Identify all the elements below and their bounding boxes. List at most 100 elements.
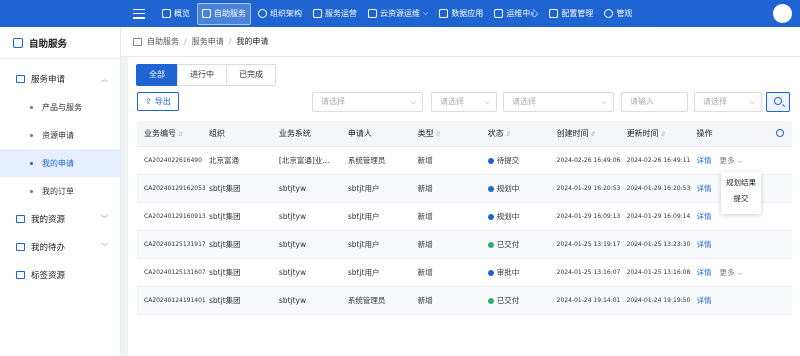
- detail-link[interactable]: 详情: [696, 240, 711, 249]
- sort-icon[interactable]: ⇵: [178, 131, 183, 138]
- chevron-down-icon: ⌵: [749, 98, 755, 106]
- chevron-down-icon: ⌵: [484, 98, 490, 106]
- filter-select-3[interactable]: 请选择 ⌵: [503, 92, 614, 112]
- menu-item-submit[interactable]: 提交: [721, 192, 761, 206]
- nav-item-ops-center[interactable]: 运维中心: [490, 3, 542, 25]
- detail-link[interactable]: 详情: [696, 268, 711, 277]
- sidebar-item-resource-request[interactable]: 资源申请: [0, 121, 120, 149]
- chevron-down-icon: ﹀: [101, 215, 108, 223]
- sidebar-group-tag-resources[interactable]: 标签资源: [0, 261, 120, 289]
- col-header-created[interactable]: 创建时间 ⇵: [557, 128, 627, 139]
- nav-item-data[interactable]: 数据应用: [435, 3, 487, 25]
- home-icon: [162, 9, 171, 18]
- filter-select-4[interactable]: 请选择 ⌵: [694, 92, 762, 112]
- more-label: 更多: [719, 268, 735, 277]
- tab-in-progress[interactable]: 进行中: [177, 64, 227, 86]
- search-button[interactable]: [766, 92, 790, 112]
- home-icon[interactable]: [133, 37, 142, 46]
- chevron-down-icon: ⌵: [423, 9, 429, 17]
- cell-actions: 详情: [696, 239, 792, 250]
- sidebar-item-my-requests[interactable]: 我的申请: [0, 149, 120, 177]
- cell-created: 2024-01-25 13:16:07: [556, 269, 621, 276]
- cell-id: CA20240129160913: [144, 213, 206, 220]
- detail-link[interactable]: 详情: [696, 184, 711, 193]
- nav-item-view[interactable]: 管观: [600, 3, 636, 25]
- cell-created: 2024-02-26 16:49:06: [556, 157, 621, 164]
- table-row: CA2024022616490 北京富通 [北京富通]业... 系统管理员 新增 待提交 2…: [137, 147, 792, 175]
- cell-system: sbtjtyw: [278, 212, 307, 221]
- detail-link[interactable]: 详情: [696, 212, 711, 221]
- cell-type: 新增: [417, 184, 433, 193]
- chevron-down-icon: ⌵: [737, 270, 743, 277]
- cell-applicant: 系统管理员: [347, 156, 386, 165]
- gear-icon[interactable]: [776, 129, 785, 137]
- cell-created: 2024-01-29 16:20:53: [556, 185, 621, 192]
- more-button[interactable]: 更多 ⌵: [719, 156, 742, 165]
- col-header-actions: 操作: [696, 128, 792, 139]
- cell-created: 2024-01-24 19:14:01: [556, 297, 621, 304]
- search-icon: [774, 97, 782, 105]
- filter-text-input[interactable]: 请输入: [621, 92, 688, 112]
- col-header-status[interactable]: 状态 ⇵: [488, 128, 557, 139]
- breadcrumb-separator: /: [228, 37, 232, 46]
- cell-system: sbtjtyw: [278, 184, 307, 193]
- cell-org: sbtjt集团: [209, 212, 241, 221]
- nav-item-org[interactable]: 组织架构: [254, 3, 306, 25]
- cell-actions: 详情 更多 ⌵: [696, 267, 792, 278]
- cell-system: sbtjtyw: [278, 268, 307, 277]
- sort-icon[interactable]: ⇵: [506, 131, 511, 138]
- sidebar-item-my-orders[interactable]: 我的订单: [0, 177, 120, 205]
- nav-item-config[interactable]: 配置管理: [545, 3, 597, 25]
- org-icon: [258, 9, 267, 18]
- sidebar-item-products[interactable]: 产品与服务: [0, 93, 120, 121]
- filter-select-2[interactable]: 请选择 ⌵: [431, 92, 497, 112]
- status-text: 审批中: [496, 268, 520, 277]
- cell-actions: 详情: [696, 295, 792, 306]
- sidebar-group-my-resources[interactable]: 我的资源 ﹀: [0, 205, 120, 233]
- view-icon: [604, 9, 614, 18]
- menu-toggle-icon[interactable]: [133, 8, 145, 19]
- sort-icon[interactable]: ⇵: [591, 131, 596, 138]
- col-header-system: 业务系统: [278, 129, 311, 138]
- table-row: CA20240129162053 sbtjt集团 sbtjtyw sbtjt用户 新增 规…: [137, 175, 792, 203]
- table-body: CA2024022616490 北京富通 [北京富通]业... 系统管理员 新增 待提交 2…: [137, 147, 792, 315]
- tab-completed[interactable]: 已完成: [226, 64, 276, 86]
- detail-link[interactable]: 详情: [696, 156, 711, 165]
- status-icon: [487, 297, 494, 304]
- col-header-updated[interactable]: 更新时间 ⇵: [627, 128, 697, 139]
- detail-link[interactable]: 详情: [696, 296, 711, 305]
- export-button[interactable]: ⇪ 导出: [137, 92, 179, 111]
- nav-item-overview[interactable]: 概览: [158, 3, 194, 25]
- breadcrumb-current: 我的申请: [236, 37, 269, 46]
- self-service-icon: [202, 9, 211, 18]
- sidebar-title: 自助服务: [0, 27, 120, 59]
- chevron-down-icon: ⌵: [737, 158, 743, 165]
- breadcrumb-separator: /: [184, 37, 187, 46]
- nav-item-cloud[interactable]: 云资源运维 ⌵: [364, 3, 432, 25]
- sidebar-group-my-todo[interactable]: 我的待办 ﹀: [0, 233, 120, 261]
- cell-actions: 详情 更多 ⌵: [696, 155, 792, 166]
- breadcrumb-item[interactable]: 自助服务: [147, 36, 179, 47]
- col-header-applicant: 申请人: [347, 129, 372, 138]
- breadcrumb: 自助服务 / 服务申请 / 我的申请: [121, 27, 800, 57]
- sort-icon[interactable]: ⇵: [661, 131, 666, 138]
- chart-icon: [439, 9, 449, 18]
- more-button[interactable]: 更多 ⌵: [719, 268, 742, 277]
- tab-all[interactable]: 全部: [136, 64, 178, 86]
- col-header-id[interactable]: 业务编号 ⇵: [137, 128, 209, 139]
- status-badge: 审批中: [487, 267, 557, 278]
- col-header-type[interactable]: 类型 ⇵: [418, 128, 488, 139]
- avatar[interactable]: [773, 4, 792, 23]
- status-icon: [487, 185, 494, 192]
- filter-select-1[interactable]: 请选择 ⌵: [312, 92, 423, 112]
- cell-updated: 2024-02-26 16:49:11: [626, 157, 691, 164]
- nav-item-self-service[interactable]: 自助服务: [197, 2, 251, 25]
- sort-icon[interactable]: ⇵: [436, 131, 441, 138]
- cell-type: 新增: [417, 240, 433, 249]
- menu-item-planning-result[interactable]: 规划结果: [721, 176, 761, 190]
- breadcrumb-item[interactable]: 服务申请: [192, 36, 224, 47]
- sidebar-group-service-request[interactable]: 服务申请 ︿: [0, 65, 120, 93]
- cell-system: [北京富通]业...: [278, 156, 330, 165]
- nav-item-operation[interactable]: 服务运营: [309, 3, 361, 25]
- status-icon: [487, 157, 494, 164]
